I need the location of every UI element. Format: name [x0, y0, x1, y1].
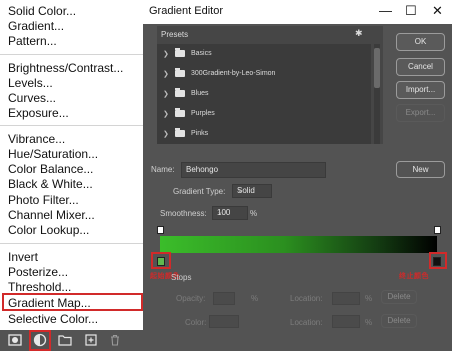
menu-item-solid-color[interactable]: Solid Color... [8, 4, 76, 18]
preset-folder[interactable]: ❯ Pinks [161, 128, 366, 142]
opacity-field[interactable] [213, 292, 235, 305]
gradient-type-label: Gradient Type: [173, 187, 226, 196]
presets-list: ❯ Basics ❯ 300Gradient-by-Leo-Simon ❯ Bl… [157, 44, 371, 144]
preset-folder[interactable]: ❯ Basics [161, 48, 366, 62]
cancel-button[interactable]: Cancel [396, 58, 445, 76]
close-icon[interactable]: ✕ [432, 3, 443, 19]
maximize-icon[interactable]: ☐ [405, 3, 417, 19]
chevron-right-icon[interactable]: ❯ [163, 70, 169, 78]
menu-item-exposure[interactable]: Exposure... [8, 106, 69, 120]
preset-folder[interactable]: ❯ Purples [161, 108, 366, 122]
opacity-stop-right[interactable] [434, 226, 441, 234]
smoothness-label: Smoothness: [160, 209, 207, 218]
color-stop-start[interactable] [157, 257, 165, 266]
menu-separator [0, 125, 143, 126]
trash-icon[interactable] [108, 333, 122, 347]
preset-folder-label: Blues [191, 90, 209, 97]
menu-item-vibrance[interactable]: Vibrance... [8, 132, 65, 146]
color-location-percent: % [365, 318, 373, 327]
opacity-location-percent: % [365, 294, 373, 303]
ok-button[interactable]: OK [396, 33, 445, 51]
preset-folder-label: Purples [191, 110, 215, 117]
chevron-down-icon: ⌄ [237, 187, 243, 194]
folder-icon[interactable] [58, 333, 72, 347]
menu-item-posterize[interactable]: Posterize... [8, 265, 68, 279]
gradient-map-highlight [2, 293, 143, 311]
layers-bottom-bar [0, 330, 143, 351]
preset-folder[interactable]: ❯ 300Gradient-by-Leo-Simon [161, 68, 366, 82]
chevron-right-icon[interactable]: ❯ [163, 90, 169, 98]
smoothness-select[interactable]: 100 ⌄ [212, 206, 248, 220]
adjustment-menu: Solid Color... Gradient... Pattern... Br… [0, 0, 143, 330]
menu-item-gradient[interactable]: Gradient... [8, 19, 64, 33]
chevron-down-icon: ⌄ [217, 209, 223, 216]
menu-item-color-lookup[interactable]: Color Lookup... [8, 223, 89, 237]
gradient-bar[interactable] [160, 236, 437, 253]
folder-icon [175, 68, 185, 77]
new-button[interactable]: New [396, 161, 445, 178]
opacity-location-field[interactable] [332, 292, 360, 305]
color-location-label: Location: [290, 318, 323, 327]
new-layer-icon[interactable] [84, 333, 98, 347]
mask-icon[interactable] [8, 333, 22, 347]
menu-item-threshold[interactable]: Threshold... [8, 280, 71, 294]
percent-sign: % [250, 209, 258, 218]
preset-folder-label: Pinks [191, 130, 209, 137]
preset-folder-label: 300Gradient-by-Leo-Simon [191, 70, 276, 77]
menu-item-black-white[interactable]: Black & White... [8, 177, 93, 191]
folder-icon [175, 88, 185, 97]
delete-color-stop-button[interactable]: Delete [381, 314, 417, 328]
preset-folder[interactable]: ❯ Blues [161, 88, 366, 102]
gradient-editor-dialog: Gradient Editor — ☐ ✕ Presets ✱ ❯ Basics… [143, 0, 452, 351]
minimize-icon[interactable]: — [379, 3, 392, 18]
opacity-location-label: Location: [290, 294, 323, 303]
color-location-field[interactable] [332, 315, 360, 328]
end-color-annotation: 终止颜色 [399, 273, 429, 280]
name-value: Behongo [186, 165, 219, 174]
menu-item-invert[interactable]: Invert [8, 250, 38, 264]
menu-item-levels[interactable]: Levels... [8, 76, 53, 90]
preset-folder-label: Basics [191, 50, 212, 57]
menu-separator [0, 54, 143, 55]
chevron-right-icon[interactable]: ❯ [163, 130, 169, 138]
menu-item-selective-color[interactable]: Selective Color... [8, 312, 98, 326]
dialog-title: Gradient Editor [149, 5, 223, 17]
menu-item-pattern[interactable]: Pattern... [8, 34, 57, 48]
menu-item-brightness-contrast[interactable]: Brightness/Contrast... [8, 61, 123, 75]
name-field[interactable]: Behongo [181, 162, 326, 178]
export-button[interactable]: Export... [396, 104, 445, 122]
delete-opacity-stop-button[interactable]: Delete [381, 290, 417, 304]
folder-icon [175, 48, 185, 57]
color-swatch[interactable] [209, 315, 239, 328]
opacity-stop-left[interactable] [157, 226, 164, 234]
presets-label: Presets [161, 30, 189, 39]
menu-separator [0, 243, 143, 244]
presets-panel: Presets ✱ ❯ Basics ❯ 300Gradient-by-Leo-… [157, 26, 383, 144]
color-label: Color: [185, 318, 207, 327]
gear-icon[interactable]: ✱ [355, 28, 363, 39]
chevron-right-icon[interactable]: ❯ [163, 110, 169, 118]
opacity-percent: % [251, 294, 259, 303]
opacity-label: Opacity: [176, 294, 206, 303]
color-stop-end[interactable] [433, 257, 441, 266]
menu-item-channel-mixer[interactable]: Channel Mixer... [8, 208, 95, 222]
adjustment-layer-icon[interactable] [33, 333, 47, 347]
import-button[interactable]: Import... [396, 81, 445, 99]
scrollbar-thumb[interactable] [374, 48, 380, 88]
dialog-titlebar: Gradient Editor — ☐ ✕ [143, 0, 452, 24]
chevron-right-icon[interactable]: ❯ [163, 50, 169, 58]
menu-item-curves[interactable]: Curves... [8, 91, 56, 105]
menu-item-hue-saturation[interactable]: Hue/Saturation... [8, 147, 98, 161]
menu-item-color-balance[interactable]: Color Balance... [8, 162, 93, 176]
folder-icon [175, 108, 185, 117]
gradient-type-select[interactable]: Solid ⌄ [232, 184, 272, 198]
name-label: Name: [151, 165, 175, 174]
menu-item-photo-filter[interactable]: Photo Filter... [8, 193, 79, 207]
presets-scrollbar[interactable] [374, 44, 380, 144]
folder-icon [175, 128, 185, 137]
stops-section-label: Stops [171, 273, 192, 282]
